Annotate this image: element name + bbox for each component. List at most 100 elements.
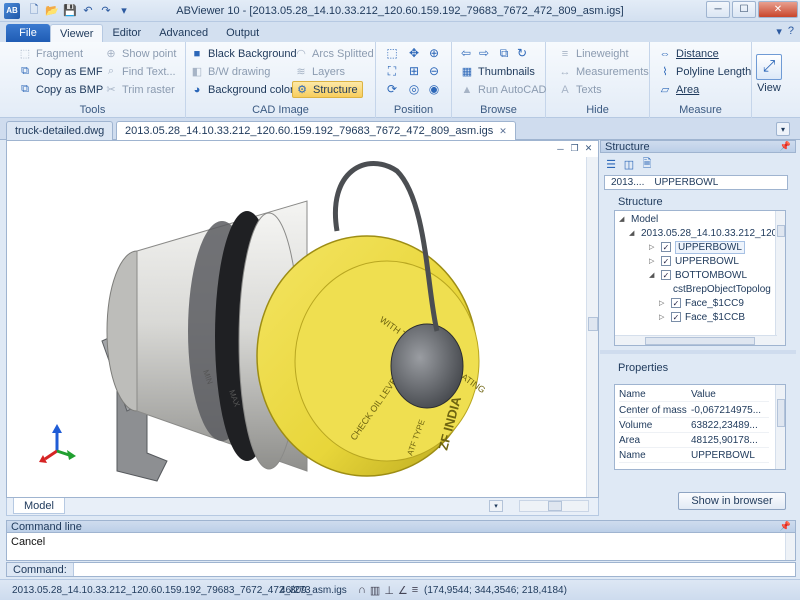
minimize-button[interactable]: ─: [706, 1, 730, 18]
viewport-vscroll-thumb[interactable]: [588, 317, 598, 331]
help-icon[interactable]: ?: [788, 25, 794, 38]
split-view-icon[interactable]: ◫: [622, 157, 636, 171]
ortho-icon[interactable]: ⊥: [384, 584, 394, 597]
ribbon-menu-icon[interactable]: ▾: [776, 25, 782, 38]
tree-checkbox[interactable]: ✓: [661, 242, 671, 252]
save-icon[interactable]: 💾: [62, 3, 78, 19]
layout-menu-icon[interactable]: ▾: [489, 500, 503, 512]
tree-checkbox[interactable]: ✓: [661, 270, 671, 280]
trim-raster-button[interactable]: ✂ Trim raster: [104, 81, 174, 98]
app-logo-icon[interactable]: AB: [4, 2, 20, 19]
distance-button[interactable]: ⇔ Distance: [658, 45, 719, 62]
property-row[interactable]: Area 48125,90178...: [619, 433, 769, 448]
background-color-button[interactable]: ◕ Background color: [190, 81, 294, 98]
property-row[interactable]: Volume 63822,23489...: [619, 418, 769, 433]
model-layout-tab[interactable]: Model: [13, 498, 65, 514]
bw-drawing-button[interactable]: ◧ B/W drawing: [190, 63, 271, 80]
run-autocad-button[interactable]: ▲ Run AutoCAD: [460, 81, 547, 98]
tree-item[interactable]: ◢ 2013.05.28_14.10.33.212_120.6: [629, 226, 785, 240]
tree-item[interactable]: ▷ ✓ UPPERBOWL: [649, 254, 739, 268]
tree-vertical-scrollbar[interactable]: [775, 211, 785, 345]
tree-item[interactable]: ▷ ✓ Face_$1CCB: [659, 310, 745, 324]
texts-button[interactable]: A Texts: [558, 81, 601, 98]
maximize-button[interactable]: ☐: [732, 1, 756, 18]
export-icon[interactable]: 🗎: [640, 157, 654, 171]
show-in-browser-button[interactable]: Show in browser: [678, 492, 786, 510]
command-input[interactable]: [73, 563, 795, 576]
area-button[interactable]: ▱ Area: [658, 81, 699, 98]
property-row[interactable]: Center of mass -0,067214975...: [619, 403, 769, 418]
tree-item[interactable]: ▷ ✓ UPPERBOWL: [649, 240, 745, 254]
close-button[interactable]: ✕: [758, 1, 798, 18]
polyline-length-button[interactable]: ⌇ Polyline Length: [658, 63, 751, 80]
viewport-hscroll-thumb[interactable]: [548, 501, 562, 511]
rotate-3d-icon[interactable]: ⟳: [384, 81, 400, 97]
lineweight-button[interactable]: ≡ Lineweight: [558, 45, 629, 62]
pan-icon[interactable]: ✥: [406, 45, 422, 61]
viewport-vertical-scrollbar[interactable]: [586, 157, 598, 497]
open-file-icon[interactable]: 📂: [44, 3, 60, 19]
copy-as-emf-button[interactable]: ⧉ Copy as EMF: [18, 63, 103, 80]
previous-file-icon[interactable]: ⇦: [458, 45, 474, 61]
tree-vscroll-thumb[interactable]: [777, 225, 785, 237]
tree-item[interactable]: cstBrepObjectTopolog: [673, 282, 771, 296]
measurements-button[interactable]: ↔ Measurements: [558, 63, 649, 80]
layers-button[interactable]: ≋ Layers: [294, 63, 345, 80]
snap-icon[interactable]: ∩: [358, 584, 366, 597]
tab-list-dropdown[interactable]: ▾: [776, 122, 790, 136]
list-view-icon[interactable]: ☰: [604, 157, 618, 171]
command-pin-icon[interactable]: 📌: [780, 521, 791, 532]
new-file-icon[interactable]: 🗋: [26, 3, 42, 19]
tree-item[interactable]: ◢ Model: [619, 212, 658, 226]
tree-hscroll-thumb[interactable]: [645, 337, 755, 345]
orbit-icon[interactable]: ◎: [406, 81, 422, 97]
black-background-button[interactable]: ■ Black Background: [190, 45, 297, 62]
tree-item[interactable]: ◢ ✓ BOTTOMBOWL: [649, 268, 747, 282]
properties-vscroll-thumb[interactable]: [777, 399, 785, 427]
view-cube-icon[interactable]: ◉: [426, 81, 442, 97]
zoom-in-icon[interactable]: ⊕: [426, 45, 442, 61]
properties-vertical-scrollbar[interactable]: [775, 385, 785, 469]
grid-icon[interactable]: ▥: [370, 584, 380, 597]
tree-checkbox[interactable]: ✓: [671, 298, 681, 308]
qat-more-icon[interactable]: ▾: [116, 3, 132, 19]
refresh-icon[interactable]: ↻: [514, 45, 530, 61]
show-point-button[interactable]: ⊕ Show point: [104, 45, 176, 62]
next-file-icon[interactable]: ⇨: [476, 45, 492, 61]
open-folder-icon[interactable]: ⧉: [496, 45, 512, 61]
viewport-horizontal-scrollbar[interactable]: [519, 500, 589, 512]
property-row[interactable]: Name UPPERBOWL: [619, 448, 769, 463]
copy-as-bmp-button[interactable]: ⧉ Copy as BMP: [18, 81, 103, 98]
zoom-out-icon[interactable]: ⊖: [426, 63, 442, 79]
undo-icon[interactable]: ↶: [80, 3, 96, 19]
redo-icon[interactable]: ↷: [98, 3, 114, 19]
lineweight-toggle-icon[interactable]: ≡: [412, 584, 418, 597]
tab-file[interactable]: File: [6, 24, 50, 42]
find-text-button[interactable]: ⌕ Find Text...: [104, 63, 176, 80]
panel-splitter[interactable]: [600, 350, 796, 354]
zoom-extents-icon[interactable]: ⊞: [406, 63, 422, 79]
thumbnails-button[interactable]: ▦ Thumbnails: [460, 63, 535, 80]
view-button[interactable]: ⤢: [756, 54, 782, 80]
tree-checkbox[interactable]: ✓: [671, 312, 681, 322]
doc-tab-asm[interactable]: 2013.05.28_14.10.33.212_120.60.159.192_7…: [116, 121, 516, 140]
drawing-viewport[interactable]: ─ ❐ ✕ MAX MIN WITH OPERATING CHECK OIL L…: [6, 140, 599, 498]
arcs-splitted-button[interactable]: ◠ Arcs Splitted: [294, 45, 374, 62]
tab-editor[interactable]: Editor: [103, 24, 150, 42]
close-tab-icon[interactable]: ✕: [499, 126, 507, 137]
tab-advanced[interactable]: Advanced: [150, 24, 217, 42]
tree-checkbox[interactable]: ✓: [661, 256, 671, 266]
tab-viewer[interactable]: Viewer: [50, 24, 104, 42]
structure-button[interactable]: ⚙ Structure: [292, 81, 363, 98]
tree-item[interactable]: ▷ ✓ Face_$1CC9: [659, 296, 744, 310]
fragment-button[interactable]: ⬚ Fragment: [18, 45, 83, 62]
pin-icon[interactable]: 📌: [780, 141, 791, 152]
fit-to-window-icon[interactable]: ⛶: [384, 63, 400, 79]
polar-icon[interactable]: ∠: [398, 584, 408, 597]
zoom-window-icon[interactable]: ⬚: [384, 45, 400, 61]
command-output-scrollbar[interactable]: [785, 533, 795, 560]
structure-file-tab[interactable]: 2013.... UPPERBOWL: [604, 175, 788, 190]
tree-horizontal-scrollbar[interactable]: [615, 335, 777, 345]
tab-output[interactable]: Output: [217, 24, 268, 42]
doc-tab-truck[interactable]: truck-detailed.dwg: [6, 121, 114, 140]
